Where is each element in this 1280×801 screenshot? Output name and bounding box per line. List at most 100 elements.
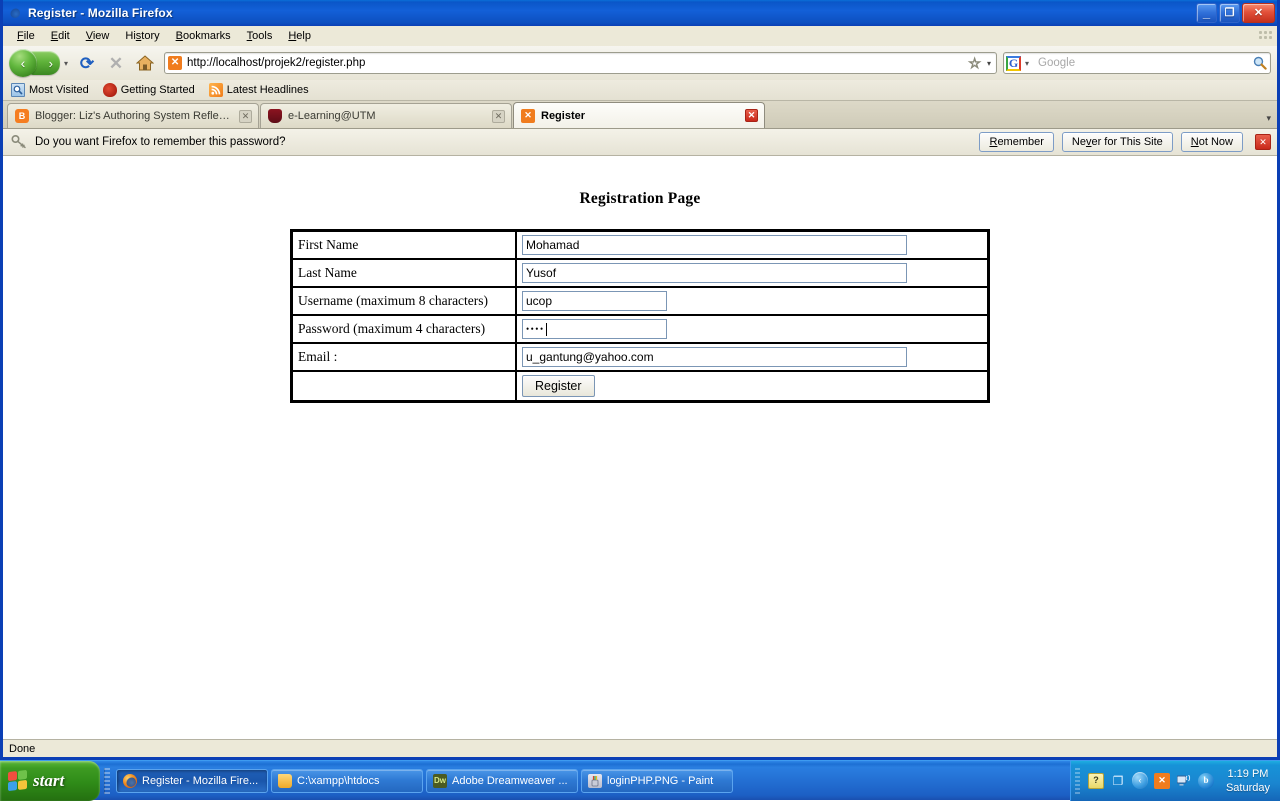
- never-for-this-site-button[interactable]: Ne v er for This Site: [1061, 132, 1173, 152]
- task-paint[interactable]: loginPHP.PNG - Paint: [581, 768, 733, 793]
- menu-edit[interactable]: Edit: [43, 28, 78, 44]
- registration-form-table: First Name Last Name Username (maximum 8…: [290, 229, 990, 403]
- last-name-input[interactable]: [522, 263, 907, 283]
- window-title: Register - Mozilla Firefox: [28, 6, 173, 20]
- taskbar-clock[interactable]: 1:19 PM Saturday: [1220, 767, 1274, 795]
- back-button[interactable]: ‹: [9, 49, 37, 77]
- menu-view[interactable]: View: [78, 28, 118, 44]
- tray-separator: [1074, 767, 1080, 794]
- url-history-dropdown-icon[interactable]: ▾: [983, 59, 994, 68]
- tab-close-icon[interactable]: ✕: [492, 109, 505, 123]
- password-input[interactable]: ••••: [522, 319, 667, 339]
- firefox-window: Register - Mozilla Firefox _ ❐ ✕ File Ed…: [0, 0, 1280, 760]
- task-label: loginPHP.PNG - Paint: [607, 774, 714, 787]
- password-notification-bar: Do you want Firefox to remember this pas…: [3, 129, 1277, 156]
- username-input[interactable]: [522, 291, 667, 311]
- tab-register[interactable]: ✕ Register ✕: [513, 102, 765, 128]
- table-row: Email :: [292, 343, 988, 371]
- start-button[interactable]: start: [0, 760, 100, 801]
- home-icon: [136, 55, 155, 71]
- menu-history[interactable]: History: [117, 28, 167, 44]
- email-cell: [516, 343, 988, 371]
- notification-close-icon[interactable]: ✕: [1255, 134, 1271, 150]
- home-button[interactable]: [132, 50, 158, 76]
- tab-bar: B Blogger: Liz's Authoring System Reflec…: [3, 101, 1277, 129]
- task-label: C:\xampp\htdocs: [297, 774, 380, 787]
- task-list: Register - Mozilla Fire... C:\xampp\htdo…: [114, 768, 1070, 793]
- notification-message: Do you want Firefox to remember this pas…: [35, 136, 286, 148]
- rss-feed-icon: [208, 83, 223, 97]
- bookmark-label: Most Visited: [29, 84, 89, 96]
- taskbar-separator: [104, 767, 110, 794]
- stop-button[interactable]: ✕: [103, 50, 129, 76]
- key-icon: [11, 134, 27, 150]
- task-firefox[interactable]: Register - Mozilla Fire...: [116, 768, 268, 793]
- magnifier-icon[interactable]: [1253, 56, 1267, 70]
- bookmark-label: Getting Started: [120, 84, 195, 96]
- task-xampp-folder[interactable]: C:\xampp\htdocs: [271, 768, 423, 793]
- close-button[interactable]: ✕: [1242, 3, 1275, 23]
- tab-close-icon[interactable]: ✕: [239, 109, 252, 123]
- search-engine-dropdown-icon[interactable]: ▾: [1021, 59, 1032, 68]
- password-masked-value: ••••: [526, 323, 545, 334]
- bookmarks-toolbar: Most Visited Getting Started Latest Head…: [3, 80, 1277, 101]
- restore-button[interactable]: ❐: [1219, 3, 1240, 23]
- email-input[interactable]: [522, 347, 907, 367]
- tab-elearning-utm[interactable]: e-Learning@UTM ✕: [260, 103, 512, 128]
- browser-globe-icon[interactable]: b: [1197, 772, 1214, 789]
- menu-file[interactable]: File: [9, 28, 43, 44]
- window-icon[interactable]: ❐: [1110, 773, 1126, 789]
- menu-tools[interactable]: Tools: [239, 28, 281, 44]
- table-row: Register: [292, 371, 988, 401]
- status-text: Done: [9, 742, 36, 755]
- bookmark-star-icon[interactable]: ☆: [966, 54, 983, 72]
- page-title: Registration Page: [579, 190, 701, 207]
- tab-blogger[interactable]: B Blogger: Liz's Authoring System Reflec…: [7, 103, 259, 128]
- tab-close-icon[interactable]: ✕: [745, 109, 758, 122]
- menu-bar: File Edit View History Bookmarks Tools H…: [3, 26, 1277, 46]
- bookmark-label: Latest Headlines: [226, 84, 309, 96]
- clock-time: 1:19 PM: [1227, 767, 1269, 780]
- utm-icon: [268, 109, 282, 123]
- first-name-input[interactable]: [522, 235, 907, 255]
- back-history-dropdown-icon[interactable]: ▾: [60, 59, 71, 68]
- minimize-button[interactable]: _: [1196, 3, 1217, 23]
- register-button[interactable]: Register: [522, 375, 595, 397]
- list-all-tabs-icon[interactable]: ▾: [1266, 113, 1271, 124]
- reload-button[interactable]: ⟳: [74, 50, 100, 76]
- folder-icon: [278, 773, 292, 788]
- dragon-head-icon: [102, 83, 117, 97]
- xampp-tray-icon[interactable]: ✕: [1153, 772, 1170, 789]
- table-row: Username (maximum 8 characters): [292, 287, 988, 315]
- remember-password-button[interactable]: Remember: [979, 132, 1054, 152]
- submit-cell: Register: [516, 371, 988, 401]
- password-cell: ••••: [516, 315, 988, 343]
- empty-label-cell: [292, 371, 516, 401]
- first-name-label: First Name: [292, 231, 516, 259]
- not-now-button[interactable]: Not Now: [1180, 132, 1243, 152]
- tab-label: Blogger: Liz's Authoring System Reflecti…: [35, 110, 233, 122]
- menu-help[interactable]: Help: [280, 28, 319, 44]
- url-bar[interactable]: ✕ http://localhost/projek2/register.php …: [164, 52, 997, 74]
- task-label: Adobe Dreamweaver ...: [452, 774, 568, 787]
- bookmark-most-visited[interactable]: Most Visited: [11, 83, 89, 97]
- show-hidden-icons-icon[interactable]: ‹: [1131, 772, 1148, 789]
- dreamweaver-icon: Dw: [433, 773, 447, 788]
- bookmark-latest-headlines[interactable]: Latest Headlines: [208, 83, 309, 97]
- password-label: Password (maximum 4 characters): [292, 315, 516, 343]
- first-name-cell: [516, 231, 988, 259]
- bookmark-getting-started[interactable]: Getting Started: [102, 83, 195, 97]
- search-input[interactable]: Google: [1032, 57, 1253, 69]
- task-label: Register - Mozilla Fire...: [142, 774, 259, 787]
- xampp-favicon-icon: ✕: [168, 56, 183, 70]
- url-text: http://localhost/projek2/register.php: [187, 57, 366, 69]
- toolbar-grip-icon: [1257, 28, 1273, 44]
- menu-bookmarks[interactable]: Bookmarks: [168, 28, 239, 44]
- network-monitor-icon[interactable]: [1176, 773, 1192, 789]
- clock-day: Saturday: [1225, 781, 1270, 794]
- page-content: Registration Page First Name Last Name U…: [3, 156, 1277, 739]
- task-dreamweaver[interactable]: Dw Adobe Dreamweaver ...: [426, 768, 578, 793]
- start-label: start: [33, 770, 65, 790]
- help-icon[interactable]: ?: [1087, 772, 1104, 789]
- search-bar[interactable]: G ▾ Google: [1003, 52, 1271, 74]
